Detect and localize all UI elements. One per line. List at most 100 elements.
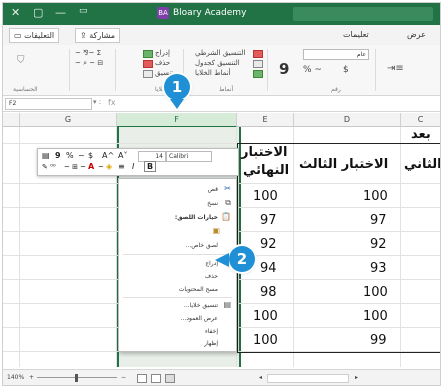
sum-icon[interactable]: ~ ⅋~ Σ [75,49,101,57]
scroll-right-icon[interactable]: ▸ [355,374,358,381]
cell-e7[interactable]: 98 [260,285,277,300]
fx-icon[interactable]: fx [108,98,116,107]
cell-d4[interactable]: 97 [370,213,387,228]
share-label: مشاركة [89,31,116,40]
share-icon: ⇪ [80,31,90,40]
menu-item-paste-options: خيارات اللصق: [174,214,218,221]
font-name-box[interactable]: Calibri [166,151,212,162]
name-box[interactable]: F2 [5,98,92,110]
normal-view-icon[interactable] [165,374,175,383]
format-painter-icon[interactable]: ✎ ⁰⁰ [42,163,56,171]
cell-e9[interactable]: 100 [253,333,278,348]
sensitivity-icon[interactable]: ⛉ [17,55,25,66]
cell-d6[interactable]: 93 [370,261,387,276]
currency-button[interactable]: $ [88,151,93,160]
zoom-out-icon[interactable]: + [29,374,34,381]
cell-styles-button[interactable]: أنماط الخلايا [195,69,231,77]
minimize-icon[interactable]: — [55,6,66,19]
ribbon-separator [267,49,268,91]
menu-item-paste-special[interactable]: لصق خاص... [186,242,218,249]
tab-view[interactable]: عرض [407,30,426,39]
conditional-format-button[interactable]: التنسيق الشرطي [195,49,245,57]
zoom-slider-thumb[interactable] [75,374,78,382]
percent-style-button[interactable]: % ~ [303,65,322,75]
chevron-down-icon[interactable]: ~ [78,151,85,160]
number-format-icon-mini[interactable]: ▤ [42,151,50,160]
cell-d9[interactable]: 99 [370,333,387,348]
callout-step-1: 1 [164,74,190,100]
select-all-corner[interactable] [3,113,20,127]
cell-e4[interactable]: 97 [260,213,277,228]
cell-d3[interactable]: 100 [363,189,388,204]
page-break-view-icon[interactable] [137,374,147,383]
close-icon[interactable]: ✕ [11,6,20,19]
menu-item-format-cells[interactable]: تنسيق خلايا... [184,302,218,309]
styles-group-label: أنماط [219,86,234,93]
scroll-left-icon[interactable]: ◂ [259,374,262,381]
number-format-dropdown[interactable]: عام [303,49,369,60]
increase-font-button[interactable]: A^ [102,151,114,160]
ribbon-separator [115,49,116,91]
cell-d7[interactable]: 100 [363,285,388,300]
decrease-font-button[interactable]: A˅ [118,151,127,160]
menu-item-hide[interactable]: إخفاء [205,328,218,335]
number-format-icon[interactable]: 9 [279,60,289,78]
account-badge[interactable]: BA [157,7,169,19]
menu-item-clear-contents[interactable]: مسح المحتويات [179,286,218,293]
column-header-f[interactable]: F [117,113,237,128]
ribbon-separator [69,49,70,91]
menu-item-column-width[interactable]: عرض العمود... [181,315,218,322]
menu-item-cut[interactable]: قص [208,186,218,193]
cell-d8[interactable]: 100 [363,309,388,324]
find-icon[interactable]: ~ ⌕ ~ ⊟ [75,59,103,68]
tab-help[interactable]: تعليمات [343,30,369,39]
horizontal-scrollbar[interactable] [267,374,349,383]
delete-cells-icon [143,60,153,68]
cell-e6[interactable]: 94 [260,261,277,276]
format-as-table-button[interactable]: التنسيق كجدول [195,59,240,67]
ribbon-display-icon[interactable]: ▭ [79,6,88,16]
cell-e3[interactable]: 100 [253,189,278,204]
cell-e5[interactable]: 92 [260,237,277,252]
comment-icon: ▭ [14,31,25,40]
column-header-d[interactable]: D [294,113,401,127]
comments-button[interactable]: ▭ التعليقات [9,28,60,43]
window-title: Bloary Academy [173,8,247,18]
delete-button[interactable]: حذف [155,59,170,67]
menu-item-copy[interactable]: نسخ [207,200,218,207]
formula-bar: F2 ▾ : fx [3,96,440,112]
zoom-level[interactable]: 140% [7,374,24,381]
fill-color-icon[interactable]: ◈ [106,162,112,171]
borders-icon[interactable]: ~ ⊞ ~ [64,163,86,171]
comments-label: التعليقات [24,31,55,40]
column-header-e[interactable]: E [237,113,294,127]
paste-icon[interactable]: ▣ [212,226,220,235]
align-icon[interactable]: ⇥≡ [387,63,404,74]
share-button[interactable]: ⇪ مشاركة [75,28,121,43]
cell-d5[interactable]: 92 [370,237,387,252]
font-color-icon[interactable]: A [88,162,94,171]
column-header-g[interactable]: G [20,113,117,127]
header-second-exam-partial: ر الثاني [404,157,441,172]
comma-style-button[interactable]: 9 [55,151,61,160]
title-search-box[interactable] [293,7,433,21]
callout-2-pointer [215,253,229,267]
column-header-c[interactable]: C [401,113,440,127]
insert-button[interactable]: إدراج [155,49,170,57]
restore-icon[interactable]: ▢ [33,6,43,19]
align-center-button[interactable]: ≡ [118,162,125,171]
menu-item-delete[interactable]: حذف [205,273,218,280]
chevron-down-icon[interactable]: ~ [98,163,104,171]
page-layout-view-icon[interactable] [151,374,161,383]
status-bar: 140% + − ▸ ◂ [3,369,440,385]
menu-item-unhide[interactable]: إظهار [204,340,218,347]
italic-button[interactable]: I [132,162,134,171]
copy-icon: ⧉ [225,198,231,207]
name-box-dropdown-icon[interactable]: ▾ : [93,98,101,106]
currency-icon[interactable]: $ [343,65,349,75]
cut-icon: ✂ [224,184,231,193]
zoom-in-icon[interactable]: − [121,374,126,381]
bold-button[interactable]: B [144,161,157,172]
cell-e8[interactable]: 100 [253,309,278,324]
percent-button[interactable]: % [66,151,74,160]
